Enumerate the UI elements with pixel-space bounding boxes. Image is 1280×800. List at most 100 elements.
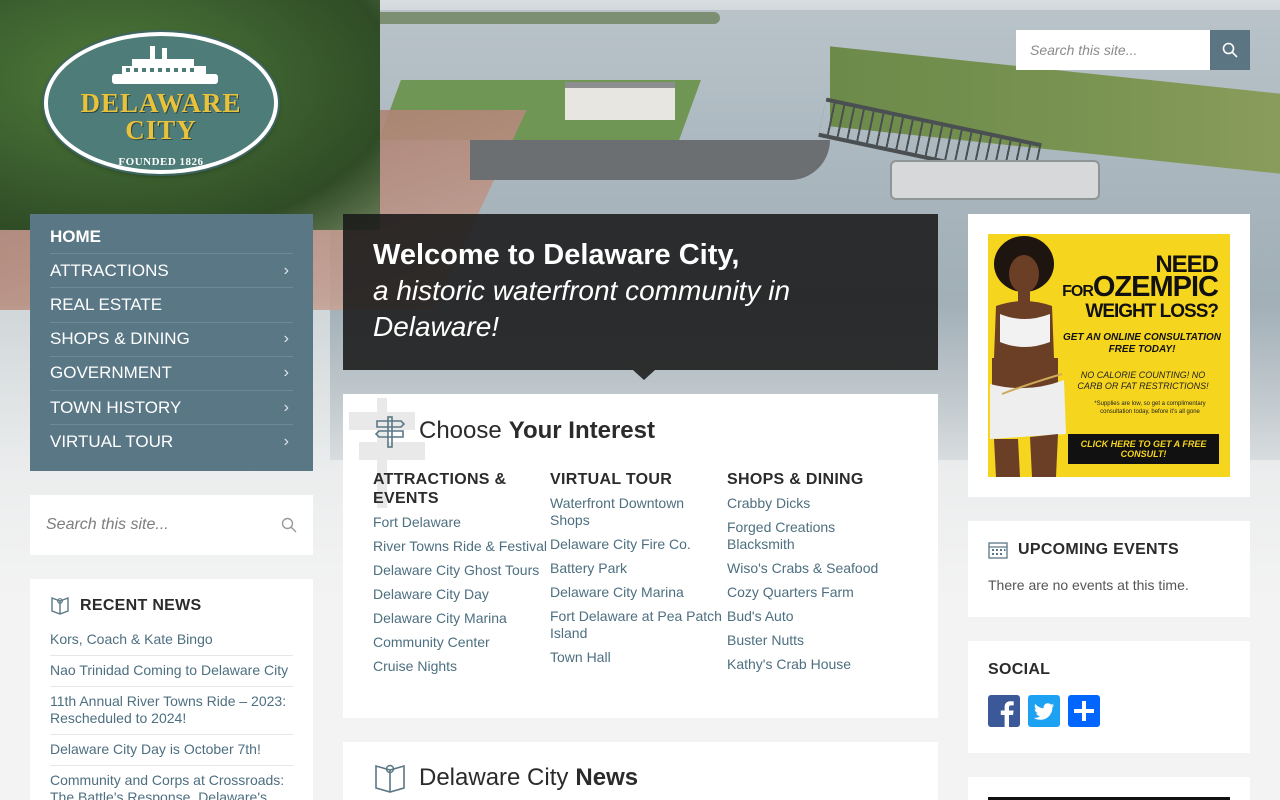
interest-link[interactable]: Delaware City Day (373, 586, 550, 603)
interest-link[interactable]: Forged Creations Blacksmith (727, 519, 904, 553)
upcoming-events-title: UPCOMING EVENTS (1018, 541, 1179, 558)
sidebar-search (30, 495, 313, 555)
share-button[interactable] (1068, 695, 1100, 727)
chevron-right-icon: › (283, 398, 289, 416)
nav-item-label: SHOPS & DINING (50, 329, 190, 349)
ad-line-ozempic-word: OZEMPIC (1092, 271, 1219, 303)
title-light: Delaware City (419, 764, 569, 791)
news-link[interactable]: Community and Corps at Crossroads: The B… (50, 766, 293, 800)
column-heading: SHOPS & DINING (727, 471, 864, 488)
chevron-right-icon: › (283, 261, 289, 279)
ad-line-weight-loss: WEIGHT LOSS? (1085, 301, 1219, 322)
news-link[interactable]: Delaware City Day is October 7th! (50, 735, 293, 766)
ad-woman-image (990, 236, 1066, 477)
nav-item-home[interactable]: HOME (50, 220, 293, 255)
interest-link[interactable]: Cruise Nights (373, 658, 550, 675)
recent-news-title: RECENT NEWS (80, 597, 202, 614)
header-search-button[interactable] (1210, 30, 1250, 70)
news-link[interactable]: Nao Trinidad Coming to Delaware City (50, 656, 293, 687)
nav-item-label: HOME (50, 226, 101, 246)
ad-line-fine-print: *Supplies are low, so get a complimentar… (1094, 401, 1206, 415)
main-navigation: HOME ATTRACTIONS › REAL ESTATE SHOPS & D… (30, 214, 313, 471)
sidebar-search-input[interactable] (46, 516, 266, 534)
interest-link[interactable]: Delaware City Marina (373, 610, 550, 627)
search-icon (1222, 42, 1238, 58)
chevron-right-icon: › (283, 364, 289, 382)
ad-line-restrictions: NO CALORIE COUNTING! NO CARB OR FAT REST… (1077, 370, 1209, 391)
column-heading: ATTRACTIONS & EVENTS (373, 471, 507, 507)
logo-tagline: FOUNDED 1826 (118, 156, 204, 168)
welcome-banner: Welcome to Delaware City, a historic wat… (343, 214, 938, 380)
city-news-title: Delaware City News (373, 762, 908, 794)
ad-line-for: FOR (1062, 283, 1094, 300)
nav-item-virtual-tour[interactable]: VIRTUAL TOUR › (50, 425, 293, 459)
city-news-panel: Delaware City News (343, 742, 938, 800)
news-link[interactable]: Kors, Coach & Kate Bingo (50, 625, 293, 656)
interest-link[interactable]: River Towns Ride & Festival (373, 538, 550, 555)
interest-link[interactable]: Wiso's Crabs & Seafood (727, 560, 904, 577)
ozempic-ad-banner[interactable]: NEED FOROZEMPIC WEIGHT LOSS? GET AN ONLI… (988, 234, 1230, 477)
welcome-subheading: a historic waterfront community in Delaw… (373, 275, 791, 342)
welcome-heading: Welcome to Delaware City, (373, 239, 740, 271)
interest-link[interactable]: Fort Delaware at Pea Patch Island (550, 608, 727, 642)
recent-news-widget: RECENT NEWS Kors, Coach & Kate Bingo Nao… (30, 579, 313, 800)
logo-title: DELAWARE CITY (80, 88, 242, 145)
interest-link[interactable]: Cozy Quarters Farm (727, 584, 904, 601)
open-book-icon (375, 764, 405, 793)
interest-columns: ATTRACTIONS & EVENTS Fort Delaware River… (373, 470, 908, 682)
nav-item-label: GOVERNMENT (50, 363, 172, 383)
interest-link[interactable]: Town Hall (550, 649, 727, 666)
interest-link[interactable]: Waterfront Downtown Shops (550, 495, 727, 529)
ad-cta-button[interactable]: CLICK HERE TO GET A FREE CONSULT! (1068, 434, 1219, 464)
interest-link[interactable]: Battery Park (550, 560, 727, 577)
choose-interest-title: Choose Your Interest (373, 414, 908, 448)
social-title: SOCIAL (988, 661, 1051, 678)
nav-item-attractions[interactable]: ATTRACTIONS › (50, 254, 293, 289)
open-book-icon (51, 597, 69, 615)
social-widget: SOCIAL (968, 641, 1250, 753)
twitter-icon (1028, 695, 1060, 727)
upcoming-events-heading: UPCOMING EVENTS (988, 541, 1230, 559)
ad-line-ozempic: FOROZEMPIC (1062, 273, 1219, 303)
search-icon[interactable] (281, 517, 297, 533)
interest-link[interactable]: Buster Nutts (727, 632, 904, 649)
ad-widget: NEED FOROZEMPIC WEIGHT LOSS? GET AN ONLI… (968, 214, 1250, 497)
interest-link[interactable]: Delaware City Marina (550, 584, 727, 601)
nav-item-label: ATTRACTIONS (50, 260, 169, 280)
facebook-icon (988, 695, 1020, 727)
title-bold: Your Interest (508, 417, 655, 444)
interest-link[interactable]: Bud's Auto (727, 608, 904, 625)
upcoming-events-widget: UPCOMING EVENTS There are no events at t… (968, 521, 1250, 617)
nav-item-town-history[interactable]: TOWN HISTORY › (50, 391, 293, 426)
interest-link[interactable]: Fort Delaware (373, 514, 550, 531)
interest-link[interactable]: Community Center (373, 634, 550, 651)
nav-item-label: REAL ESTATE (50, 294, 163, 314)
nav-item-government[interactable]: GOVERNMENT › (50, 357, 293, 391)
share-icon (1068, 695, 1100, 727)
choose-interest-panel: Choose Your Interest ATTRACTIONS & EVENT… (343, 394, 938, 718)
interest-link[interactable]: Kathy's Crab House (727, 656, 904, 673)
interest-column-virtual-tour: VIRTUAL TOUR Waterfront Downtown Shops D… (550, 470, 727, 682)
interest-link[interactable]: Delaware City Fire Co. (550, 536, 727, 553)
interest-column-attractions: ATTRACTIONS & EVENTS Fort Delaware River… (373, 470, 550, 682)
header-search-input[interactable] (1016, 30, 1210, 70)
facebook-button[interactable] (988, 695, 1020, 727)
twitter-button[interactable] (1028, 695, 1060, 727)
title-light: Choose (419, 417, 502, 444)
site-logo[interactable]: DELAWARE CITY FOUNDED 1826 (44, 32, 278, 174)
nav-item-label: TOWN HISTORY (50, 397, 182, 417)
interest-link[interactable]: Delaware City Ghost Tours (373, 562, 550, 579)
interest-link[interactable]: Crabby Dicks (727, 495, 904, 512)
nav-item-label: VIRTUAL TOUR (50, 432, 174, 452)
interest-column-shops-dining: SHOPS & DINING Crabby Dicks Forged Creat… (727, 470, 904, 682)
calendar-icon (988, 542, 1008, 559)
social-buttons (988, 695, 1230, 727)
chevron-right-icon: › (283, 433, 289, 451)
news-link[interactable]: 11th Annual River Towns Ride – 2023: Res… (50, 687, 293, 735)
nav-item-real-estate[interactable]: REAL ESTATE (50, 288, 293, 323)
nav-item-shops-dining[interactable]: SHOPS & DINING › (50, 323, 293, 357)
title-bold: News (575, 764, 639, 791)
bottom-sidebar-widget (968, 777, 1250, 800)
steamboat-icon (112, 46, 218, 84)
ad-line-consultation: GET AN ONLINE CONSULTATION FREE TODAY! (1063, 332, 1221, 355)
